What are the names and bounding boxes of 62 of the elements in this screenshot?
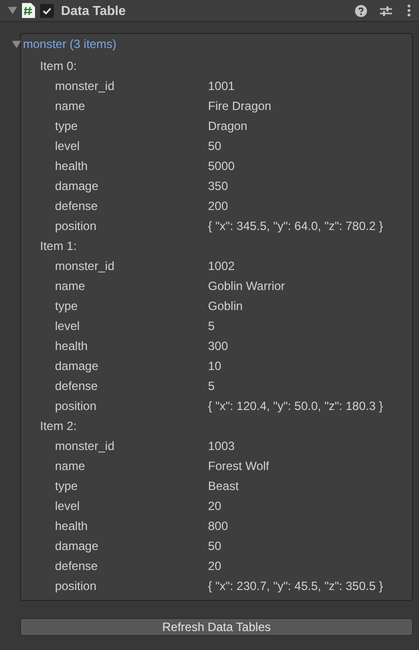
refresh-button[interactable]: Refresh Data Tables	[20, 618, 413, 636]
field-label: type	[55, 298, 79, 315]
component-title: Data Table	[61, 2, 126, 20]
item-label: Item 2:	[40, 418, 77, 435]
field-label: level	[55, 498, 81, 515]
field-value: Forest Wolf	[208, 458, 270, 475]
field-label: monster_id	[55, 258, 116, 275]
expanded-arrow-icon[interactable]	[12, 40, 21, 48]
field-label: position	[55, 218, 98, 235]
field-value: 10	[208, 358, 222, 375]
enable-checkbox[interactable]	[40, 4, 54, 18]
field-label: monster_id	[55, 78, 116, 95]
field-label: level	[55, 318, 81, 335]
field-label: damage	[55, 178, 100, 195]
field-value: Goblin Warrior	[208, 278, 285, 295]
help-icon[interactable]	[355, 4, 367, 16]
field-label: defense	[55, 558, 99, 575]
field-value: Beast	[208, 478, 239, 495]
field-label: damage	[55, 538, 100, 555]
checkmark-icon	[42, 6, 52, 16]
more-menu-icon[interactable]	[407, 4, 411, 17]
field-label: name	[55, 278, 86, 295]
field-label: defense	[55, 198, 99, 215]
field-label: health	[55, 518, 89, 535]
item-label: Item 1:	[40, 238, 77, 255]
field-label: health	[55, 158, 89, 175]
item-label: Item 0:	[40, 58, 77, 75]
field-label: level	[55, 138, 81, 155]
field-value: 200	[208, 198, 228, 215]
settings-sliders-icon[interactable]	[380, 4, 392, 16]
field-value: { "x": 230.7, "y": 45.5, "z": 350.5 }	[208, 578, 383, 595]
field-label: monster_id	[55, 438, 116, 455]
field-value: { "x": 120.4, "y": 50.0, "z": 180.3 }	[208, 398, 383, 415]
field-value: 5	[208, 318, 215, 335]
field-label: name	[55, 98, 86, 115]
field-label: position	[55, 578, 98, 595]
expanded-arrow-icon[interactable]	[8, 6, 17, 15]
field-value: 20	[208, 558, 222, 575]
field-value: 1002	[208, 258, 235, 275]
field-value: 5	[208, 378, 215, 395]
field-value: { "x": 345.5, "y": 64.0, "z": 780.2 }	[208, 218, 383, 235]
field-value: Goblin	[208, 298, 243, 315]
field-value: 350	[208, 178, 228, 195]
field-label: type	[55, 118, 79, 135]
list-foldout-label[interactable]: monster (3 items)	[23, 35, 116, 53]
field-label: position	[55, 398, 98, 415]
field-label: damage	[55, 358, 100, 375]
field-value: Dragon	[208, 118, 248, 135]
field-value: 50	[208, 538, 222, 555]
field-label: type	[55, 478, 79, 495]
field-value: Fire Dragon	[208, 98, 272, 115]
field-value: 300	[208, 338, 228, 355]
field-label: defense	[55, 378, 99, 395]
script-icon	[22, 3, 35, 18]
field-value: 800	[208, 518, 228, 535]
field-label: name	[55, 458, 86, 475]
field-value: 50	[208, 138, 222, 155]
field-value: 5000	[208, 158, 235, 175]
field-value: 20	[208, 498, 222, 515]
field-value: 1003	[208, 438, 235, 455]
field-value: 1001	[208, 78, 235, 95]
field-label: health	[55, 338, 89, 355]
